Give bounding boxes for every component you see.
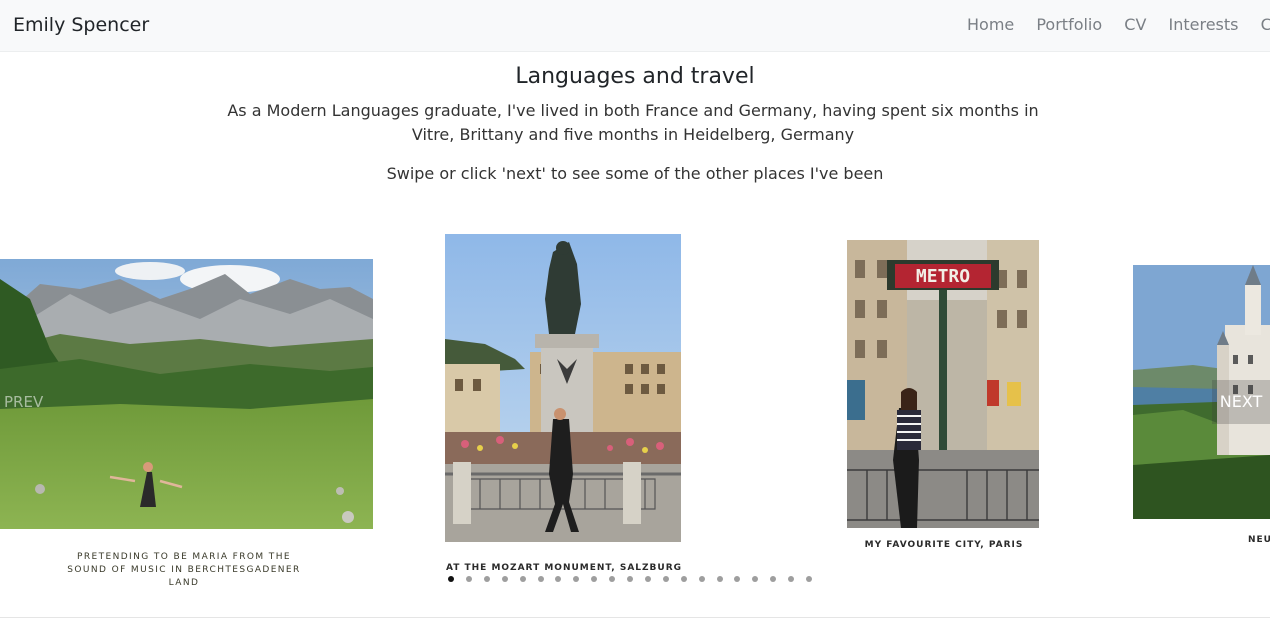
slide-photo-mozart <box>445 234 681 542</box>
next-button[interactable]: NEXT <box>1212 380 1270 424</box>
carousel-dot[interactable] <box>627 576 633 582</box>
intro-text: As a Modern Languages graduate, I've liv… <box>227 101 1039 144</box>
brand-name[interactable]: Emily Spencer <box>13 13 149 37</box>
slide-photo-meadow <box>0 259 373 529</box>
navbar: Emily Spencer Home Portfolio CV Interest… <box>0 0 1270 52</box>
paris-metro-image: METRO <box>847 240 1039 528</box>
nav-links: Home Portfolio CV Interests Contact <box>967 15 1270 35</box>
carousel-dot[interactable] <box>465 576 472 582</box>
carousel-dot[interactable] <box>555 576 562 582</box>
nav-interests[interactable]: Interests <box>1168 15 1238 34</box>
alpine-meadow-image <box>0 259 373 529</box>
carousel-dot[interactable] <box>806 576 812 582</box>
carousel-dot[interactable] <box>609 576 616 582</box>
carousel-dot[interactable] <box>716 576 723 582</box>
carousel-dot[interactable] <box>483 576 490 582</box>
nav-home[interactable]: Home <box>967 15 1014 34</box>
mozart-statue-image <box>445 234 681 542</box>
slide-caption-meadow: Pretending to be Maria from the Sound of… <box>67 552 301 588</box>
carousel-dot[interactable] <box>788 576 795 582</box>
prev-button[interactable]: PREV <box>0 386 50 418</box>
carousel-dot[interactable] <box>734 576 741 582</box>
nav-portfolio[interactable]: Portfolio <box>1036 15 1102 34</box>
carousel-dot[interactable] <box>644 576 651 582</box>
carousel-dot[interactable] <box>537 576 544 582</box>
svg-text:METRO: METRO <box>916 266 970 287</box>
carousel-dot[interactable] <box>752 576 759 582</box>
slide-photo-paris: METRO <box>847 240 1039 528</box>
carousel-dot[interactable] <box>680 576 687 582</box>
slide-caption-neuschwanstein: Neu <box>1248 535 1270 545</box>
slide-caption-mozart: At the Mozart monument, Salzburg <box>445 563 683 573</box>
carousel-dot[interactable] <box>573 576 580 582</box>
carousel-dot[interactable] <box>519 576 526 582</box>
nav-contact[interactable]: Contact <box>1261 15 1270 34</box>
carousel-dot[interactable] <box>698 576 705 582</box>
nav-cv[interactable]: CV <box>1124 15 1146 34</box>
carousel-dot[interactable] <box>448 576 454 582</box>
footer-divider <box>0 617 1270 618</box>
page-title: Languages and travel <box>515 64 755 89</box>
slide-caption-paris: My favourite city, Paris <box>864 540 1024 550</box>
carousel-dot[interactable] <box>501 576 508 582</box>
carousel-dot[interactable] <box>662 576 669 582</box>
carousel-dot[interactable] <box>591 576 598 582</box>
swipe-hint: Swipe or click 'next' to see some of the… <box>386 164 884 183</box>
carousel-dot[interactable] <box>770 576 777 582</box>
